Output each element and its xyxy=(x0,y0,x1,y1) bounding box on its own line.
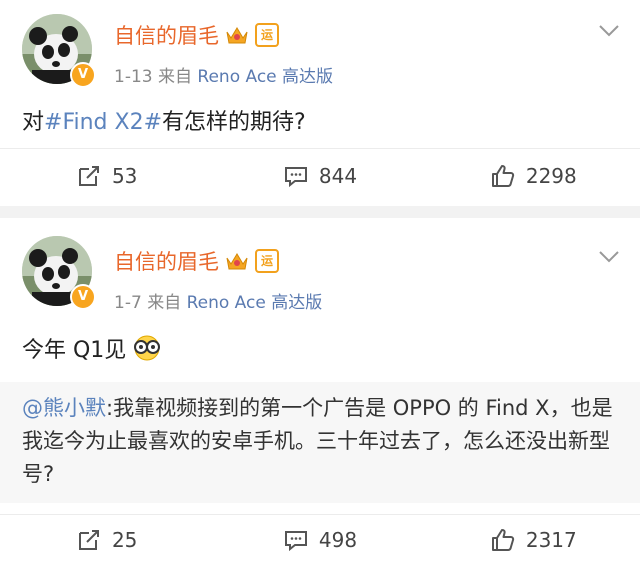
device-link[interactable]: Reno Ace 高达版 xyxy=(187,293,323,313)
like-count: 2298 xyxy=(525,164,577,188)
comment-count: 498 xyxy=(318,528,358,552)
post-card: V 自信的眉毛 运 1-13 来自 Reno Ace 高达版 对#Find X2… xyxy=(0,0,640,206)
like-button[interactable]: 2317 xyxy=(427,520,640,560)
action-bar: 53 844 2298 xyxy=(0,156,640,196)
quote-text: :我靠视频接到的第一个广告是 OPPO 的 Find X，也是我迄今为止最喜欢的… xyxy=(22,396,613,486)
comment-icon xyxy=(284,167,307,188)
comment-icon xyxy=(284,531,307,552)
repost-button[interactable]: 53 xyxy=(0,156,213,196)
post-date: 1-7 xyxy=(114,293,142,313)
source-prefix: 来自 xyxy=(147,293,182,313)
mention-link[interactable]: @熊小默 xyxy=(22,396,106,420)
like-icon xyxy=(491,165,514,187)
post-content: 对#Find X2#有怎样的期待? xyxy=(22,104,306,136)
post-text: 今年 Q1见 xyxy=(22,338,127,363)
verified-icon: V xyxy=(70,284,96,310)
chevron-down-icon[interactable] xyxy=(598,250,620,264)
content-prefix: 对 xyxy=(22,110,45,135)
divider xyxy=(0,514,640,515)
repost-button[interactable]: 25 xyxy=(0,520,213,560)
post-meta: 1-13 来自 Reno Ace 高达版 xyxy=(114,62,333,87)
content-suffix: 有怎样的期待? xyxy=(162,110,306,135)
crown-icon xyxy=(226,27,248,44)
like-icon xyxy=(491,529,514,551)
repost-icon xyxy=(78,530,99,550)
source-prefix: 来自 xyxy=(158,67,192,87)
comment-button[interactable]: 498 xyxy=(213,520,426,560)
comment-count: 844 xyxy=(318,164,358,188)
comment-button[interactable]: 844 xyxy=(213,156,426,196)
repost-count: 53 xyxy=(111,164,138,188)
post-content: 今年 Q1见 xyxy=(22,332,162,364)
username[interactable]: 自信的眉毛 xyxy=(114,20,219,50)
post-card: V 自信的眉毛 运 1-7 来自 Reno Ace 高达版 今年 Q1见 @熊小… xyxy=(0,218,640,562)
device-link[interactable]: Reno Ace 高达版 xyxy=(197,67,333,87)
glasses-emoji-icon xyxy=(134,335,161,361)
repost-icon xyxy=(78,166,99,186)
hashtag-link[interactable]: #Find X2# xyxy=(44,110,162,135)
separator xyxy=(0,206,640,218)
repost-count: 25 xyxy=(111,528,138,552)
verified-icon: V xyxy=(70,62,96,88)
member-badge: 运 xyxy=(255,23,279,47)
username[interactable]: 自信的眉毛 xyxy=(114,246,219,276)
like-button[interactable]: 2298 xyxy=(427,156,640,196)
post-meta: 1-7 来自 Reno Ace 高达版 xyxy=(114,288,322,313)
member-badge: 运 xyxy=(255,249,279,273)
chevron-down-icon[interactable] xyxy=(598,24,620,38)
quoted-post[interactable]: @熊小默:我靠视频接到的第一个广告是 OPPO 的 Find X，也是我迄今为止… xyxy=(0,382,640,503)
crown-icon xyxy=(226,253,248,270)
divider xyxy=(0,148,640,149)
post-date: 1-13 xyxy=(114,67,153,87)
like-count: 2317 xyxy=(525,528,577,552)
action-bar: 25 498 2317 xyxy=(0,520,640,560)
